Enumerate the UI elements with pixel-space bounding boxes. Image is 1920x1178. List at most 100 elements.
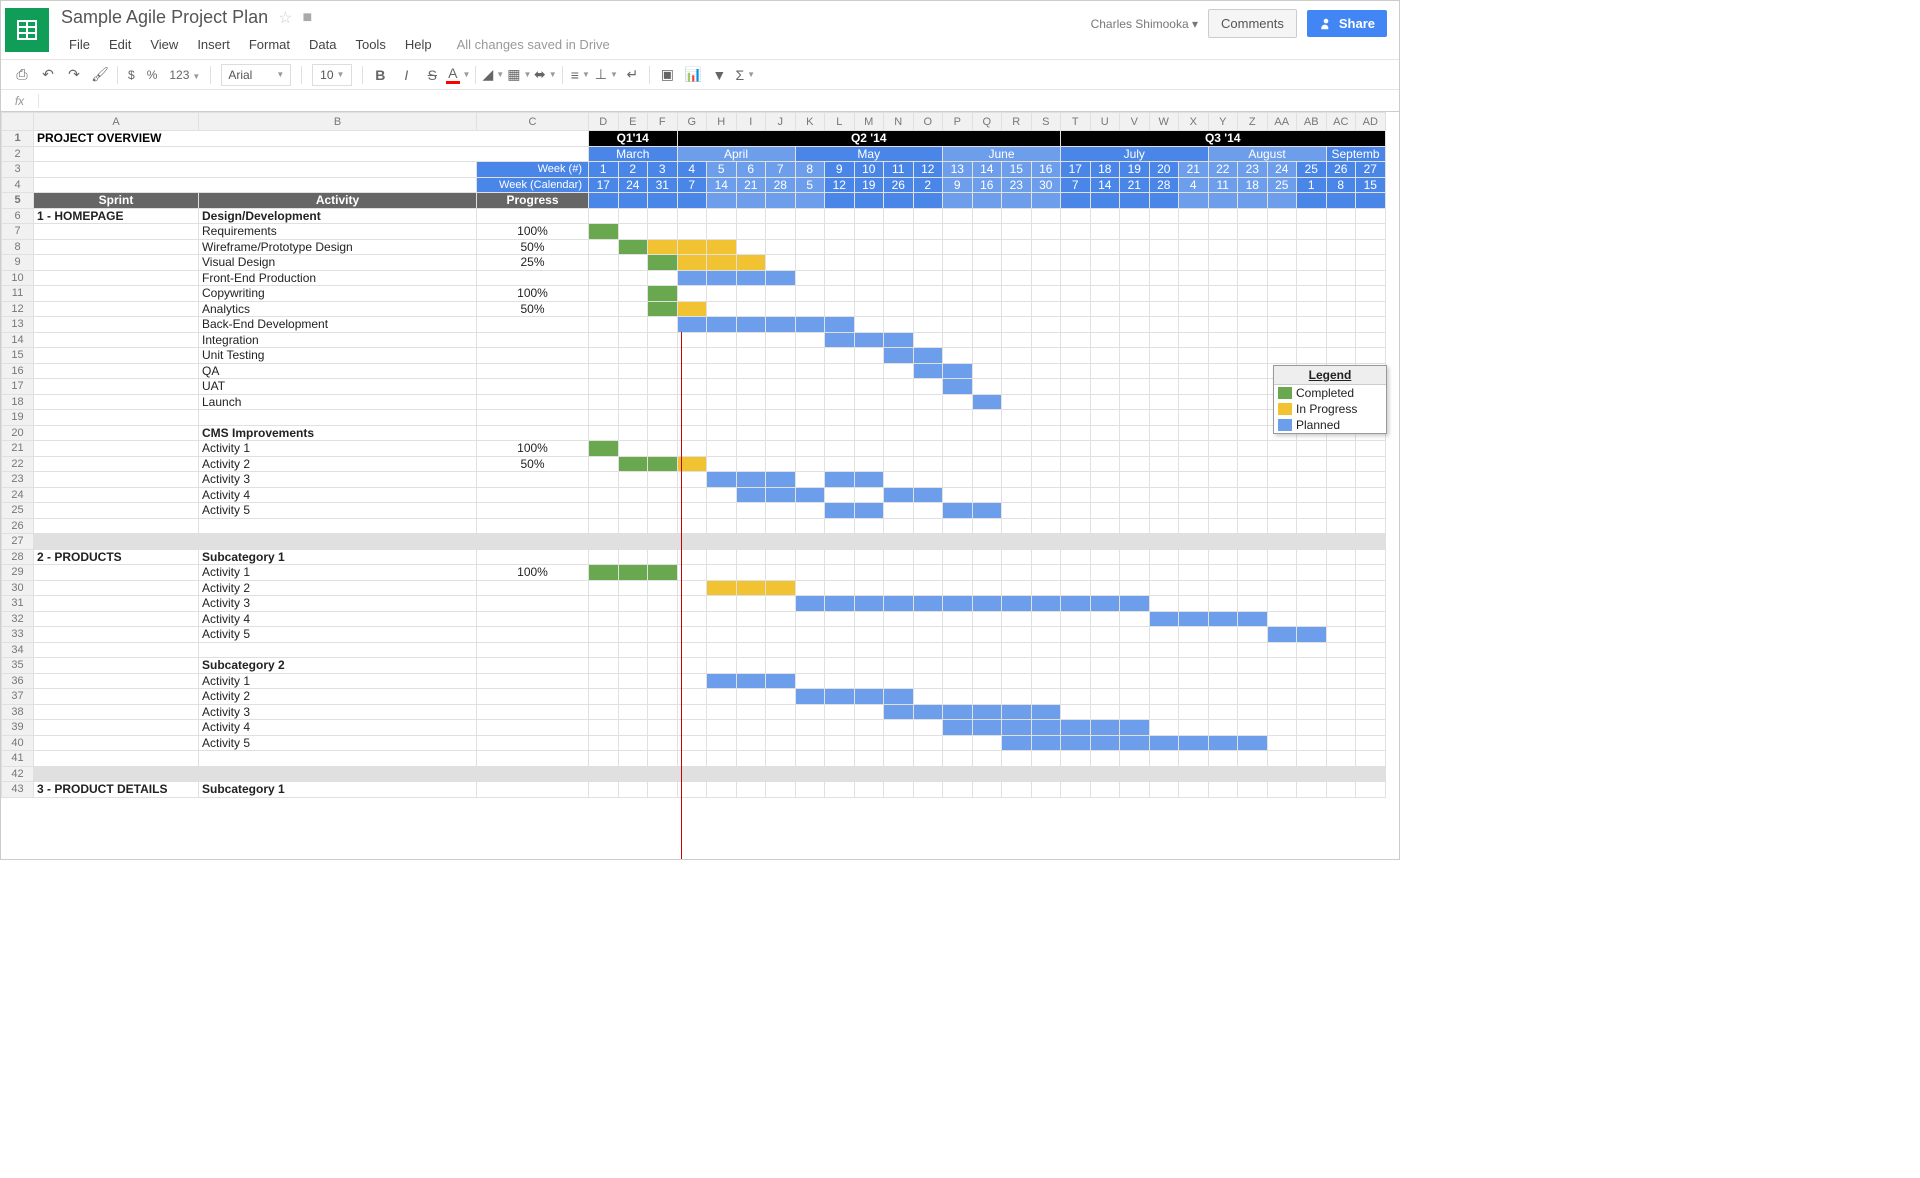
row-header[interactable]: 28 xyxy=(2,549,34,565)
gantt-cell[interactable] xyxy=(1120,301,1150,317)
gantt-cell[interactable] xyxy=(943,472,973,488)
gantt-cell[interactable] xyxy=(1031,503,1061,519)
gantt-cell[interactable] xyxy=(1208,565,1238,581)
gantt-cell[interactable] xyxy=(1031,549,1061,565)
paint-format-icon[interactable]: 🖌 xyxy=(87,62,113,88)
gantt-cell[interactable] xyxy=(854,627,884,643)
col-header[interactable]: AC xyxy=(1326,113,1356,131)
gantt-cell[interactable] xyxy=(1061,596,1091,612)
gantt-cell[interactable] xyxy=(1090,208,1120,224)
gantt-cell[interactable] xyxy=(1356,596,1386,612)
gantt-cell[interactable] xyxy=(1326,472,1356,488)
sprint-cell[interactable]: 1 - HOMEPAGE xyxy=(34,208,199,224)
gantt-cell[interactable] xyxy=(825,255,855,271)
gantt-cell[interactable] xyxy=(707,472,737,488)
gantt-cell[interactable] xyxy=(1090,301,1120,317)
gantt-cell[interactable] xyxy=(972,348,1002,364)
gantt-cell[interactable] xyxy=(913,565,943,581)
progress-cell[interactable] xyxy=(477,208,589,224)
gantt-cell[interactable] xyxy=(1031,565,1061,581)
gantt-cell[interactable] xyxy=(589,565,619,581)
sprint-cell[interactable] xyxy=(34,425,199,441)
week-num-cell[interactable]: 7 xyxy=(766,162,796,178)
gantt-cell[interactable] xyxy=(589,689,619,705)
gantt-cell[interactable] xyxy=(1238,487,1268,503)
bold-icon[interactable]: B xyxy=(367,62,393,88)
gantt-cell[interactable] xyxy=(1002,425,1032,441)
gantt-cell[interactable] xyxy=(766,224,796,240)
month-cell[interactable]: March xyxy=(589,146,678,162)
gantt-cell[interactable] xyxy=(1238,611,1268,627)
col-header[interactable]: Y xyxy=(1208,113,1238,131)
gantt-cell[interactable] xyxy=(795,735,825,751)
gantt-cell[interactable] xyxy=(677,255,707,271)
gantt-cell[interactable] xyxy=(648,611,678,627)
gantt-cell[interactable] xyxy=(1090,549,1120,565)
gantt-cell[interactable] xyxy=(795,580,825,596)
gantt-cell[interactable] xyxy=(913,270,943,286)
row-header[interactable]: 43 xyxy=(2,782,34,798)
gantt-cell[interactable] xyxy=(854,456,884,472)
gantt-cell[interactable] xyxy=(707,751,737,767)
gantt-cell[interactable] xyxy=(1120,348,1150,364)
gantt-cell[interactable] xyxy=(913,379,943,395)
gantt-cell[interactable] xyxy=(618,735,648,751)
gantt-cell[interactable] xyxy=(1297,782,1327,798)
col-header[interactable]: L xyxy=(825,113,855,131)
gantt-cell[interactable] xyxy=(618,565,648,581)
sprint-cell[interactable] xyxy=(34,332,199,348)
menu-help[interactable]: Help xyxy=(397,34,440,55)
gantt-cell[interactable] xyxy=(972,255,1002,271)
gantt-cell[interactable] xyxy=(1120,611,1150,627)
gantt-cell[interactable] xyxy=(618,751,648,767)
gantt-cell[interactable] xyxy=(1061,270,1091,286)
gantt-cell[interactable] xyxy=(707,596,737,612)
gantt-cell[interactable] xyxy=(913,735,943,751)
row-header[interactable]: 21 xyxy=(2,441,34,457)
week-cal-cell[interactable]: 4 xyxy=(1179,177,1209,193)
gantt-cell[interactable] xyxy=(1061,580,1091,596)
gantt-cell[interactable] xyxy=(1061,410,1091,426)
gantt-cell[interactable] xyxy=(589,332,619,348)
gantt-cell[interactable] xyxy=(1149,518,1179,534)
week-num-cell[interactable]: 15 xyxy=(1002,162,1032,178)
gantt-cell[interactable] xyxy=(1090,704,1120,720)
gantt-cell[interactable] xyxy=(736,596,766,612)
gantt-cell[interactable] xyxy=(736,425,766,441)
week-cal-cell[interactable]: 16 xyxy=(972,177,1002,193)
gantt-cell[interactable] xyxy=(943,441,973,457)
gantt-cell[interactable] xyxy=(854,332,884,348)
gantt-cell[interactable] xyxy=(1031,208,1061,224)
folder-icon[interactable]: ■ xyxy=(302,9,312,27)
week-num-cell[interactable]: 10 xyxy=(854,162,884,178)
week-cal-cell[interactable]: 30 xyxy=(1031,177,1061,193)
gantt-cell[interactable] xyxy=(1238,627,1268,643)
gantt-cell[interactable] xyxy=(1149,425,1179,441)
gantt-cell[interactable] xyxy=(913,255,943,271)
strike-icon[interactable]: S xyxy=(419,62,445,88)
gantt-cell[interactable] xyxy=(1179,596,1209,612)
gantt-cell[interactable] xyxy=(1179,332,1209,348)
gantt-cell[interactable] xyxy=(736,472,766,488)
gantt-cell[interactable] xyxy=(1238,518,1268,534)
gantt-cell[interactable] xyxy=(972,317,1002,333)
gantt-cell[interactable] xyxy=(972,704,1002,720)
sprint-cell[interactable] xyxy=(34,286,199,302)
gantt-cell[interactable] xyxy=(913,348,943,364)
gantt-cell[interactable] xyxy=(1356,751,1386,767)
gantt-cell[interactable] xyxy=(1120,363,1150,379)
gantt-cell[interactable] xyxy=(1002,596,1032,612)
gantt-cell[interactable] xyxy=(1179,751,1209,767)
gantt-cell[interactable] xyxy=(972,611,1002,627)
gantt-cell[interactable] xyxy=(1267,596,1297,612)
gantt-cell[interactable] xyxy=(589,751,619,767)
gantt-cell[interactable] xyxy=(1149,379,1179,395)
gantt-cell[interactable] xyxy=(1002,441,1032,457)
activity-cell[interactable]: Activity 1 xyxy=(199,565,477,581)
gantt-cell[interactable] xyxy=(1031,224,1061,240)
col-header[interactable]: N xyxy=(884,113,914,131)
gantt-cell[interactable] xyxy=(913,549,943,565)
progress-cell[interactable] xyxy=(477,270,589,286)
gantt-cell[interactable] xyxy=(795,317,825,333)
gantt-cell[interactable] xyxy=(589,642,619,658)
